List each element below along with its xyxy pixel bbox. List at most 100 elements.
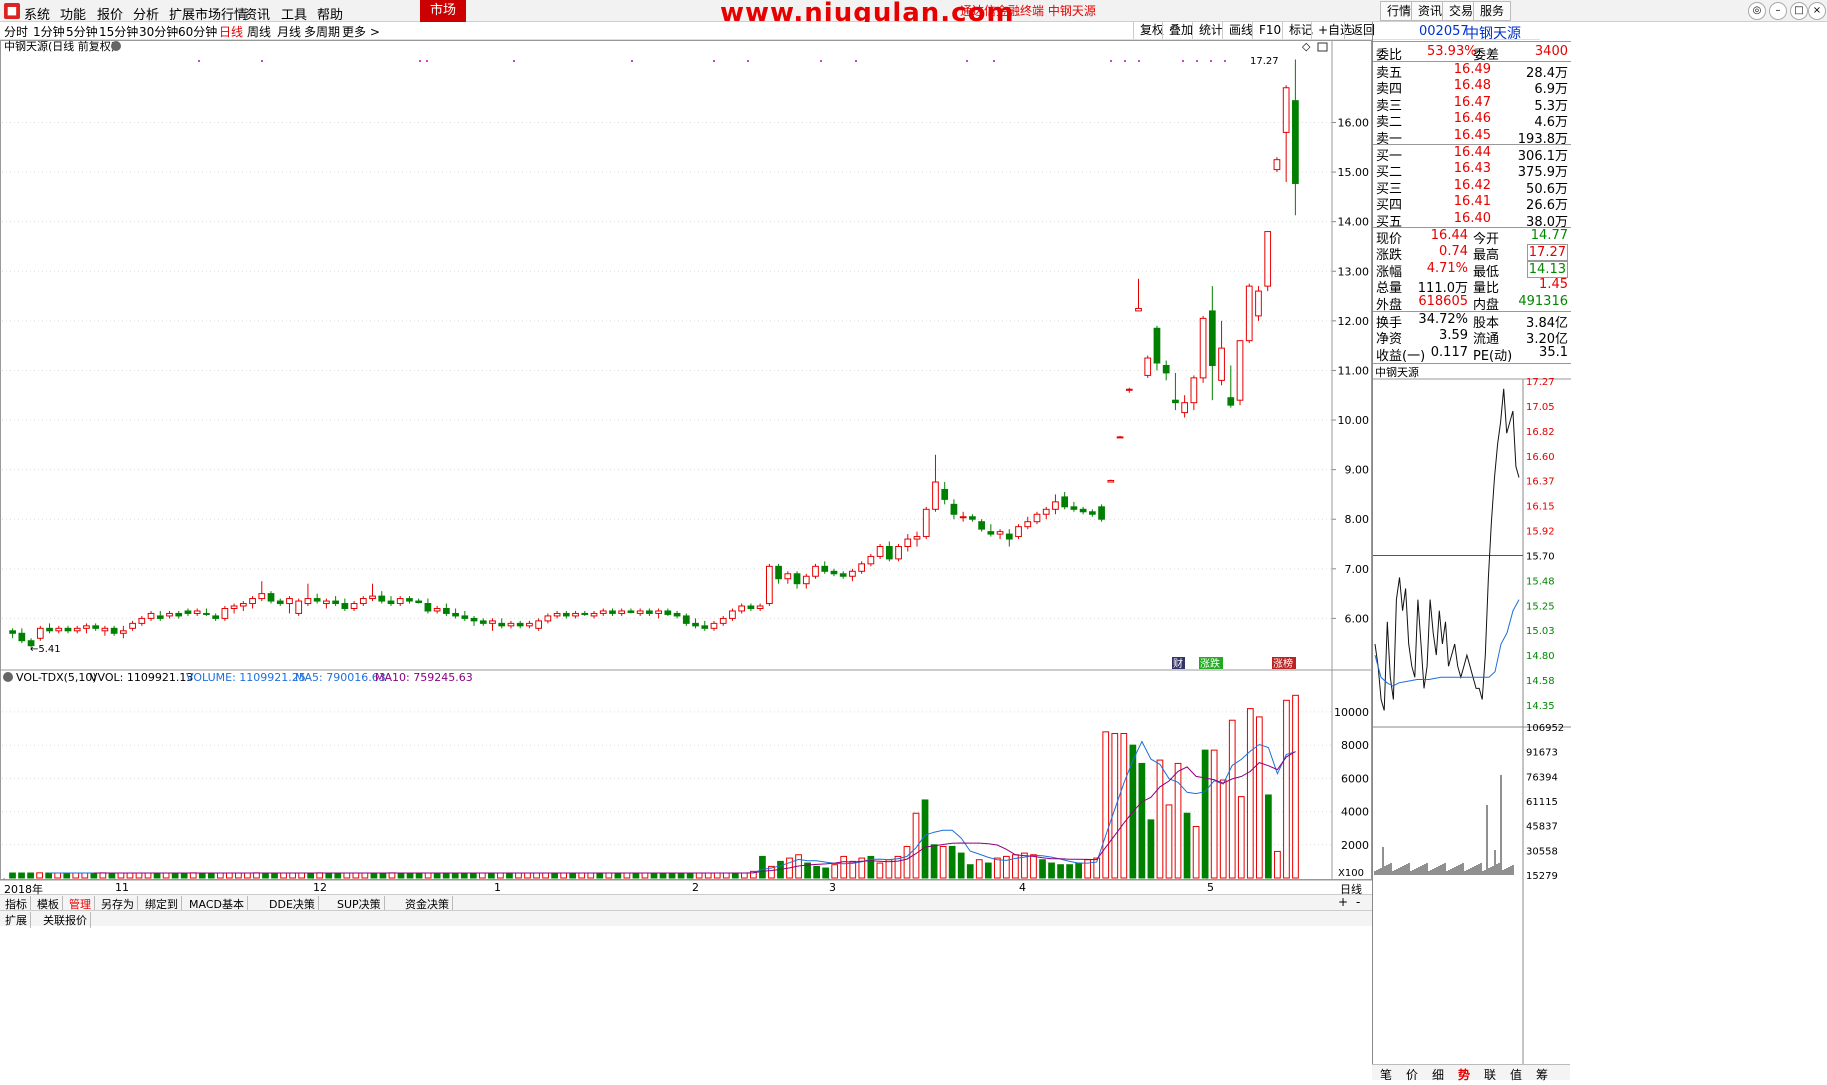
period-tab[interactable]: 周线 <box>247 23 271 40</box>
signal-dot <box>747 60 749 62</box>
stat-value: 618605 <box>1418 293 1468 309</box>
period-tab[interactable]: 30分钟 <box>139 23 178 40</box>
menu-item[interactable]: 工具 <box>281 4 307 23</box>
stat-row: 涨幅 4.71% 最低 14.13 <box>1373 260 1571 280</box>
menu-item[interactable]: 扩展市场行情 <box>169 4 247 23</box>
candle-body <box>664 610 672 615</box>
candle-body <box>765 565 773 605</box>
candle-body <box>221 607 229 619</box>
mini-tab[interactable]: 势 <box>1458 1066 1470 1083</box>
quote-price: 16.42 <box>1453 177 1491 193</box>
volume-bar <box>126 872 134 879</box>
mini-price-label: 16.37 <box>1526 477 1555 488</box>
volume-bar <box>731 872 739 879</box>
volume-bar <box>1265 794 1272 879</box>
volume-bar <box>1183 812 1191 879</box>
mini-intraday-chart[interactable]: 中钢天源 17.27 17.05 16.82 16.60 16.37 16.15 15.92 1… <box>1373 365 1571 1085</box>
mini-tab[interactable]: 筹 <box>1536 1066 1548 1083</box>
extension-tab[interactable]: 关联报价 <box>40 912 91 928</box>
volume-bar <box>1030 854 1037 879</box>
mini-tab[interactable]: 细 <box>1432 1066 1444 1083</box>
period-tab[interactable]: 5分钟 <box>66 23 98 40</box>
restore-icon[interactable]: ◎ <box>1748 2 1766 20</box>
minus-icon[interactable]: - <box>1356 895 1360 909</box>
candle-body <box>1264 231 1272 287</box>
period-tab[interactable]: 更多 > <box>342 23 380 40</box>
mini-price-label: 16.82 <box>1526 427 1555 438</box>
buy-level-row: 买五 16.40 38.0万 <box>1373 211 1571 230</box>
candle-body <box>341 603 349 609</box>
menu-item[interactable]: 系统 <box>24 4 50 23</box>
candle-body <box>729 610 736 619</box>
candle-body <box>655 610 662 614</box>
event-marker-label: 涨跌 <box>1200 657 1220 670</box>
mini-tab[interactable]: 价 <box>1406 1066 1418 1083</box>
volume-bar <box>307 872 315 879</box>
period-tab[interactable]: 15分钟 <box>99 23 138 40</box>
volume-bar <box>506 872 513 879</box>
period-tab[interactable]: 月线 <box>277 23 301 40</box>
price-tick-label: 14.00 <box>1338 216 1370 229</box>
volume-bar <box>1192 826 1200 879</box>
mini-vol-label: 45837 <box>1526 822 1558 833</box>
volume-bar <box>253 872 260 879</box>
mini-vol-label: 30558 <box>1526 846 1558 857</box>
candle-body <box>784 573 792 580</box>
candle-body <box>147 612 155 619</box>
period-tab[interactable]: 分时 <box>4 23 28 40</box>
period-tab[interactable]: 60分钟 <box>178 23 217 40</box>
period-tab[interactable]: 多周期 <box>304 23 340 40</box>
volume-bar <box>704 872 712 879</box>
candle-body <box>793 573 801 585</box>
mini-tab[interactable]: 联 <box>1484 1066 1496 1083</box>
candle-body <box>932 481 939 510</box>
candle-body <box>682 615 690 624</box>
minimize-icon[interactable]: – <box>1769 2 1787 20</box>
panel-toggle-icon <box>1317 42 1328 52</box>
candle-body <box>369 595 376 600</box>
add-icon[interactable]: + <box>1338 895 1348 909</box>
volume-bar <box>569 872 577 879</box>
volume-bar <box>370 872 378 879</box>
menu-item[interactable]: 资讯 <box>244 4 270 23</box>
kline-chart[interactable]: 中钢天源(日线 前复权) 6.00 7.00 8.00 9.00 10.00 11.00 12… <box>0 39 1372 881</box>
quote-price: 16.47 <box>1453 94 1491 110</box>
candle-body <box>1116 436 1124 439</box>
volume-bar <box>442 872 450 879</box>
menu-item[interactable]: 分析 <box>133 4 159 23</box>
volume-bar <box>957 852 965 879</box>
menu-item[interactable]: 报价 <box>97 4 123 23</box>
period-tab[interactable]: 1分钟 <box>33 23 65 40</box>
mini-tab[interactable]: 值 <box>1510 1066 1522 1083</box>
fundamental-row: 净资 3.59 流通 3.20亿 <box>1373 328 1571 347</box>
volume-bar <box>144 872 152 879</box>
ma5-value: MA5: 790016.63 <box>295 671 386 684</box>
signal-dot <box>855 60 857 62</box>
menu-item[interactable]: 帮助 <box>317 4 343 23</box>
quote-price: 16.48 <box>1453 78 1491 94</box>
close-icon[interactable]: × <box>1808 2 1826 20</box>
period-tab[interactable]: 日线 <box>219 23 243 40</box>
volume-bar <box>1120 733 1128 879</box>
x-axis-label: 2018年 <box>4 883 43 896</box>
top-button[interactable]: 服务 <box>1473 1 1512 21</box>
candle-body <box>498 622 506 627</box>
stat-value: 4.71% <box>1426 260 1468 276</box>
extension-tab[interactable]: 扩展 <box>2 912 31 928</box>
mini-tab[interactable]: 笔 <box>1380 1066 1392 1083</box>
candle-body <box>692 622 699 627</box>
market-tab[interactable]: 市场 <box>420 0 466 22</box>
volume-bar <box>1292 694 1299 879</box>
candle-body <box>747 605 755 609</box>
quote-price: 16.43 <box>1453 161 1491 177</box>
fundamental-value2: 35.1 <box>1539 344 1568 360</box>
kline-chart-area[interactable]: 中钢天源(日线 前复权) 6.00 7.00 8.00 9.00 10.00 11.00 12… <box>0 39 1372 881</box>
volume-bar <box>207 872 215 879</box>
candle-body <box>775 565 782 580</box>
menu-item[interactable]: 功能 <box>60 4 86 23</box>
maximize-icon[interactable]: □ <box>1790 2 1808 20</box>
webi-row: 委比 53.93% 委差 3400 <box>1373 44 1571 63</box>
candle-body <box>609 610 616 614</box>
app-logo-icon[interactable]: ■ <box>4 3 20 19</box>
candle-body <box>350 603 358 609</box>
